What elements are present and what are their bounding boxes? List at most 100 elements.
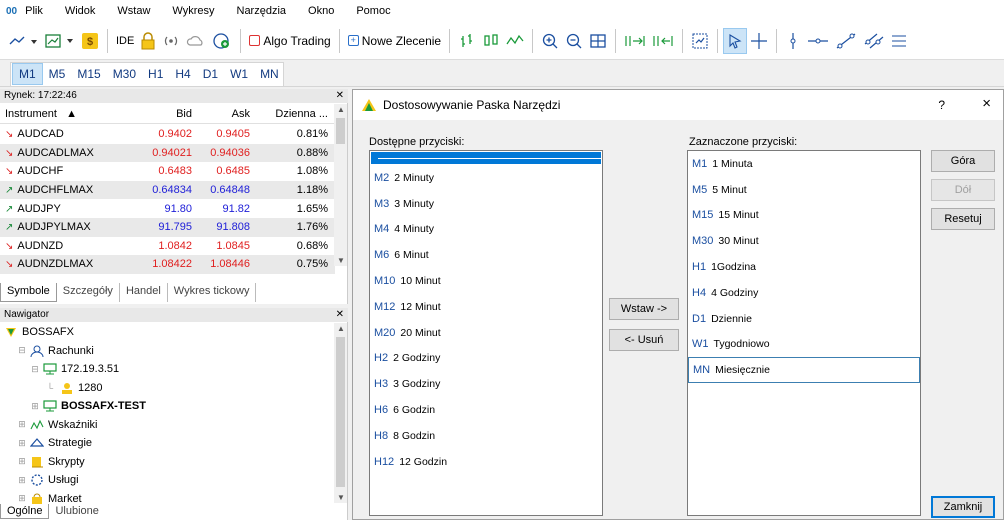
menu-okno[interactable]: Okno <box>308 5 334 17</box>
line-button[interactable] <box>503 28 527 54</box>
tf-m5[interactable]: M5 <box>43 63 72 85</box>
col-instrument[interactable]: Instrument ▲ <box>0 108 130 120</box>
navigator-close-icon[interactable]: ✕ <box>336 308 344 322</box>
nav-item[interactable]: ⊟ Rachunki <box>0 342 335 361</box>
tree-toggle-icon[interactable]: ⊟ <box>30 364 40 375</box>
list-item[interactable]: H3 3 Godziny <box>370 371 602 397</box>
nav-item[interactable]: BOSSAFX <box>0 323 335 342</box>
tab-handel[interactable]: Handel <box>120 283 168 302</box>
down-button[interactable]: Dół <box>931 179 995 201</box>
list-item[interactable]: M12 12 Minut <box>370 294 602 320</box>
tf-m1[interactable]: M1 <box>12 63 43 85</box>
table-row[interactable]: ↘ AUDNZD 1.0842 1.0845 0.68% <box>0 237 335 256</box>
zoom-in-button[interactable] <box>538 28 562 54</box>
horizontal-line-button[interactable] <box>804 28 832 54</box>
tab-ulubione[interactable]: Ulubione <box>49 504 104 519</box>
table-row[interactable]: ↘ AUDCHF 0.6483 0.6485 1.08% <box>0 162 335 181</box>
list-item[interactable]: M4 4 Minuty <box>370 217 602 243</box>
bar-chart-button[interactable] <box>455 28 479 54</box>
col-bid[interactable]: Bid <box>130 108 192 120</box>
autoscroll-button[interactable] <box>621 28 649 54</box>
list-item[interactable]: H6 6 Godzin <box>370 397 602 423</box>
tree-toggle-icon[interactable]: ⊞ <box>17 419 27 430</box>
nav-item[interactable]: ⊞ Usługi <box>0 471 335 490</box>
list-item[interactable]: M3 3 Minuty <box>370 191 602 217</box>
vps-button[interactable] <box>209 28 235 54</box>
reset-button[interactable]: Resetuj <box>931 208 995 230</box>
insert-button[interactable]: Wstaw -> <box>609 298 679 320</box>
list-item[interactable]: M20 20 Minut <box>370 320 602 346</box>
list-item[interactable]: M10 10 Minut <box>370 268 602 294</box>
tree-toggle-icon[interactable]: ⊞ <box>30 401 40 412</box>
list-item[interactable]: M2 2 Minuty <box>370 165 602 191</box>
remove-button[interactable]: <- Usuń <box>609 329 679 351</box>
navigator-scrollbar[interactable]: ▲ ▼ <box>334 323 347 503</box>
trendline-button[interactable] <box>832 28 860 54</box>
templates-dropdown[interactable] <box>42 28 78 54</box>
templates-button[interactable] <box>688 28 712 54</box>
chart-type-dropdown[interactable] <box>6 28 42 54</box>
tf-m30[interactable]: M30 <box>107 63 142 85</box>
list-item[interactable]: D1 Dziennie <box>688 306 920 332</box>
list-item[interactable]: H12 12 Godzin <box>370 449 602 475</box>
menu-pomoc[interactable]: Pomoc <box>356 5 390 17</box>
vertical-line-button[interactable] <box>782 28 804 54</box>
col-ask[interactable]: Ask <box>192 108 250 120</box>
nav-item[interactable]: ⊞ Strategie <box>0 434 335 453</box>
tree-toggle-icon[interactable]: ⊞ <box>17 438 27 449</box>
signal-button[interactable] <box>159 28 183 54</box>
selected-buttons-list[interactable]: M1 1 Minuta M5 5 Minut M15 15 Minut M30 30 Minu… <box>687 150 921 516</box>
tree-toggle-icon[interactable]: ⊞ <box>17 493 27 504</box>
col-daily[interactable]: Dzienna ... <box>250 108 332 120</box>
zoom-out-button[interactable] <box>562 28 586 54</box>
menu-wstaw[interactable]: Wstaw <box>117 5 150 17</box>
list-item[interactable]: H8 8 Godzin <box>370 423 602 449</box>
list-item-separator[interactable] <box>371 152 601 164</box>
tree-toggle-icon[interactable]: ⊞ <box>17 456 27 467</box>
close-button[interactable]: Zamknij <box>931 496 995 518</box>
menu-plik[interactable]: Plik <box>25 5 43 17</box>
nav-item[interactable]: ⊞ Skrypty <box>0 453 335 472</box>
table-row[interactable]: ↘ AUDCADLMAX 0.94021 0.94036 0.88% <box>0 143 335 163</box>
list-item[interactable]: M5 5 Minut <box>688 177 920 203</box>
tree-toggle-icon[interactable]: ⊟ <box>17 345 27 356</box>
new-order-button[interactable]: + Nowe Zlecenie <box>345 28 444 54</box>
tf-m15[interactable]: M15 <box>71 63 106 85</box>
list-item[interactable]: W1 Tygodniowo <box>688 332 920 358</box>
nav-item[interactable]: └ 1280 <box>0 379 335 398</box>
chart-shift-button[interactable] <box>649 28 677 54</box>
candles-button[interactable] <box>479 28 503 54</box>
tf-h4[interactable]: H4 <box>169 63 196 85</box>
tab-szczegoly[interactable]: Szczegóły <box>57 283 120 302</box>
tab-wykres-tickowy[interactable]: Wykres tickowy <box>168 283 257 302</box>
menu-wykresy[interactable]: Wykresy <box>172 5 214 17</box>
list-item[interactable]: M15 15 Minut <box>688 203 920 229</box>
algo-trading-button[interactable]: Algo Trading <box>246 28 333 54</box>
table-row[interactable]: ↘ AUDNZDLMAX 1.08422 1.08446 0.75% <box>0 255 335 274</box>
tf-w1[interactable]: W1 <box>224 63 254 85</box>
grid-button[interactable] <box>586 28 610 54</box>
list-item[interactable]: H4 4 Godziny <box>688 280 920 306</box>
tf-h1[interactable]: H1 <box>142 63 169 85</box>
available-buttons-list[interactable]: M2 2 Minuty M3 3 Minuty M4 4 Minuty M6 6 Minut M… <box>369 150 603 516</box>
list-item[interactable]: H2 2 Godziny <box>370 346 602 372</box>
table-row[interactable]: ↘ AUDCAD 0.9402 0.9405 0.81% <box>0 125 335 144</box>
nav-item[interactable]: ⊟ 172.19.3.51 <box>0 360 335 379</box>
lock-button[interactable] <box>137 28 159 54</box>
dialog-close-icon[interactable]: × <box>982 95 991 112</box>
crosshair-button[interactable] <box>747 28 771 54</box>
list-item[interactable]: M30 30 Minut <box>688 228 920 254</box>
tab-ogolne[interactable]: Ogólne <box>0 504 50 519</box>
list-item[interactable]: M6 6 Minut <box>370 242 602 268</box>
list-item[interactable]: MN Miesięcznie <box>688 357 920 384</box>
tf-d1[interactable]: D1 <box>197 63 224 85</box>
nav-item[interactable]: ⊞ BOSSAFX-TEST <box>0 397 335 416</box>
channel-button[interactable] <box>860 28 888 54</box>
list-item[interactable]: M1 1 Minuta <box>688 151 920 177</box>
cursor-button[interactable] <box>723 27 748 54</box>
market-scrollbar[interactable]: ▲ ▼ <box>334 104 347 266</box>
cloud-button[interactable] <box>183 28 209 54</box>
table-row[interactable]: ↗ AUDJPY 91.80 91.82 1.65% <box>0 199 335 218</box>
tree-toggle-icon[interactable]: ⊞ <box>17 475 27 486</box>
table-row[interactable]: ↗ AUDJPYLMAX 91.795 91.808 1.76% <box>0 217 335 237</box>
